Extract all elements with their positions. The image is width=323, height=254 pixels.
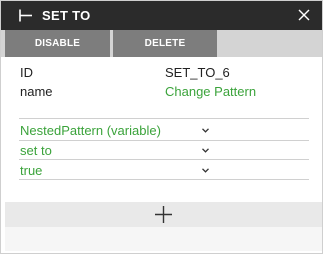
chevron-down-icon bbox=[202, 148, 209, 153]
value-select-label: true bbox=[20, 163, 43, 178]
chevron-down-icon bbox=[202, 168, 209, 173]
property-value-name[interactable]: Change Pattern bbox=[165, 84, 256, 100]
chevron-down-icon bbox=[202, 128, 209, 133]
property-key-name: name bbox=[20, 84, 53, 99]
divider bbox=[19, 140, 309, 141]
delete-button[interactable]: DELETE bbox=[113, 30, 217, 57]
set-to-panel: SET TO DISABLE DELETE ID SET_TO_6 name C… bbox=[0, 0, 323, 254]
node-tee-icon bbox=[19, 9, 32, 22]
variable-select[interactable]: NestedPattern (variable) bbox=[19, 122, 309, 141]
disable-button[interactable]: DISABLE bbox=[5, 30, 110, 57]
plus-icon bbox=[155, 206, 172, 223]
operation-select-label: set to bbox=[20, 143, 52, 158]
panel-title: SET TO bbox=[42, 8, 91, 23]
divider bbox=[19, 179, 309, 180]
divider bbox=[19, 118, 309, 119]
panel-header: SET TO bbox=[1, 1, 322, 30]
panel-toolbar: DISABLE DELETE bbox=[1, 30, 322, 57]
panel-footer bbox=[5, 227, 322, 251]
add-parameter-button[interactable] bbox=[5, 202, 322, 227]
property-key-id: ID bbox=[20, 65, 33, 80]
variable-select-label: NestedPattern (variable) bbox=[20, 123, 161, 138]
divider bbox=[19, 159, 309, 160]
close-icon[interactable] bbox=[298, 9, 310, 21]
property-value-id: SET_TO_6 bbox=[165, 65, 230, 80]
